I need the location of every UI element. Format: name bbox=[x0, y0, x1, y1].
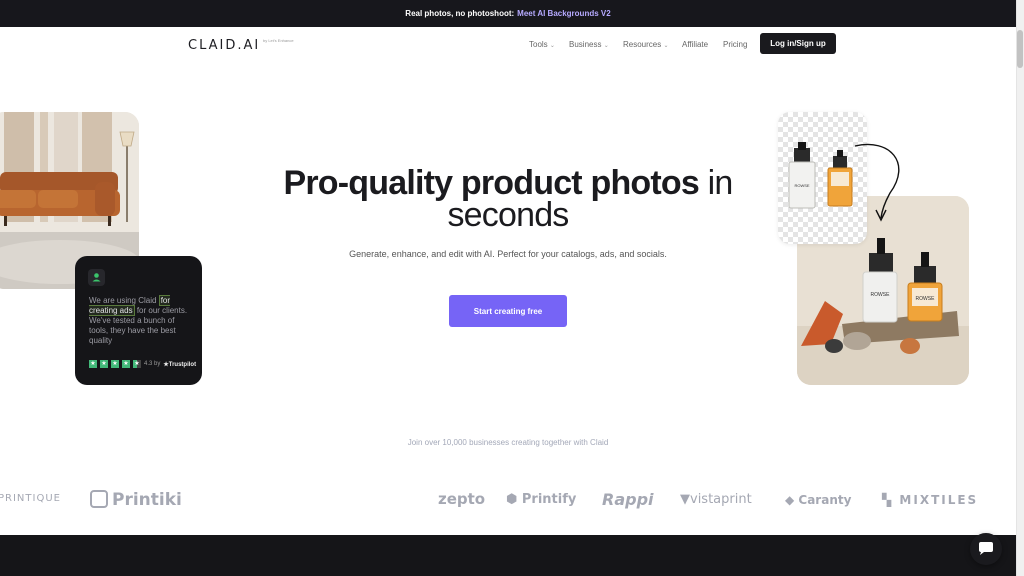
nav-item-resources[interactable]: Resources ⌄ bbox=[623, 40, 669, 49]
brand-logo: ▼vistaprint bbox=[680, 492, 752, 507]
announcement-link[interactable]: Meet AI Backgrounds V2 bbox=[517, 9, 611, 18]
chevron-down-icon: ⌄ bbox=[549, 43, 555, 49]
nav-item-affiliate[interactable]: Affiliate bbox=[682, 40, 708, 49]
vistaprint-icon: ▼ bbox=[680, 492, 690, 507]
brand-logo: Printiki bbox=[90, 490, 182, 510]
brand-logo: ▚ MIXTILES bbox=[882, 493, 979, 507]
brand-logo: ◆ Caranty bbox=[785, 493, 852, 507]
nav-item-business[interactable]: Business ⌄ bbox=[569, 40, 609, 49]
star-icon: ★ bbox=[111, 360, 119, 368]
chevron-down-icon: ⌄ bbox=[603, 43, 609, 49]
hero-subtitle: Generate, enhance, and edit with AI. Per… bbox=[349, 249, 667, 259]
bottle-label: ROWSE bbox=[794, 183, 809, 188]
brand-logos-row: PRINTIQUE Printiki zepto ⬢ Printify Rapp… bbox=[0, 486, 1016, 516]
star-icon: ★ bbox=[89, 360, 97, 368]
brand-logo: ⬢ Printify bbox=[506, 492, 577, 507]
chevron-down-icon: ⌄ bbox=[663, 43, 669, 49]
printiki-icon bbox=[90, 490, 108, 508]
curved-arrow-icon bbox=[854, 143, 900, 222]
star-icon: ★ bbox=[122, 360, 130, 368]
trustpilot-rating: ★ ★ ★ ★ ★ 4.3 by ★Trustpilot bbox=[89, 360, 196, 368]
trustpilot-logo: ★Trustpilot bbox=[163, 361, 197, 368]
nav-item-label: Business bbox=[569, 40, 602, 49]
hero-title-seconds: seconds bbox=[447, 196, 569, 234]
hero-title-in: in bbox=[707, 164, 734, 202]
mixtiles-icon: ▚ bbox=[882, 493, 900, 507]
testimonial-card: We are using Claid for creating ads for … bbox=[75, 256, 202, 385]
top-nav: CLAID.AI by Let's Enhance Tools ⌄ Busine… bbox=[0, 27, 1016, 63]
logo-subtitle: by Let's Enhance bbox=[263, 38, 294, 43]
hero-title: Pro-quality product photos in seconds bbox=[240, 164, 776, 234]
rating-text: 4.3 by bbox=[144, 361, 161, 367]
star-icon: ★ bbox=[100, 360, 108, 368]
brand-logo: Rappi bbox=[602, 490, 654, 509]
announcement-text: Real photos, no photoshoot: bbox=[405, 9, 515, 18]
chat-bubble-icon bbox=[979, 542, 993, 555]
nav-item-label: Tools bbox=[529, 40, 548, 49]
nav-item-label: Resources bbox=[623, 40, 662, 49]
nav-item-pricing[interactable]: Pricing bbox=[723, 40, 747, 49]
nav-item-tools[interactable]: Tools ⌄ bbox=[529, 40, 555, 49]
login-signup-button[interactable]: Log in/Sign up bbox=[760, 33, 836, 54]
social-proof-text: Join over 10,000 businesses creating tog… bbox=[407, 438, 609, 447]
half-star-icon: ★ bbox=[133, 360, 141, 368]
announcement-bar: Real photos, no photoshoot: Meet AI Back… bbox=[0, 0, 1016, 27]
brand-logo: zepto bbox=[438, 490, 486, 508]
bottle-label: ROWSE bbox=[916, 296, 936, 302]
avatar bbox=[88, 269, 105, 286]
chat-widget-button[interactable] bbox=[970, 533, 1002, 565]
page-scrollbar[interactable] bbox=[1016, 0, 1024, 576]
start-creating-button[interactable]: Start creating free bbox=[449, 295, 567, 327]
quote-text-start: We are using Claid bbox=[89, 296, 157, 305]
testimonial-quote: We are using Claid for creating ads for … bbox=[89, 295, 193, 346]
scrollbar-thumb[interactable] bbox=[1017, 30, 1023, 68]
bottle-label: ROWSE bbox=[871, 292, 891, 298]
printify-icon: ⬢ bbox=[506, 492, 522, 507]
brand-logo: PRINTIQUE bbox=[0, 493, 61, 504]
claid-logo[interactable]: CLAID.AI bbox=[188, 38, 260, 53]
caranty-icon: ◆ bbox=[785, 493, 799, 507]
dark-section bbox=[0, 535, 1016, 576]
